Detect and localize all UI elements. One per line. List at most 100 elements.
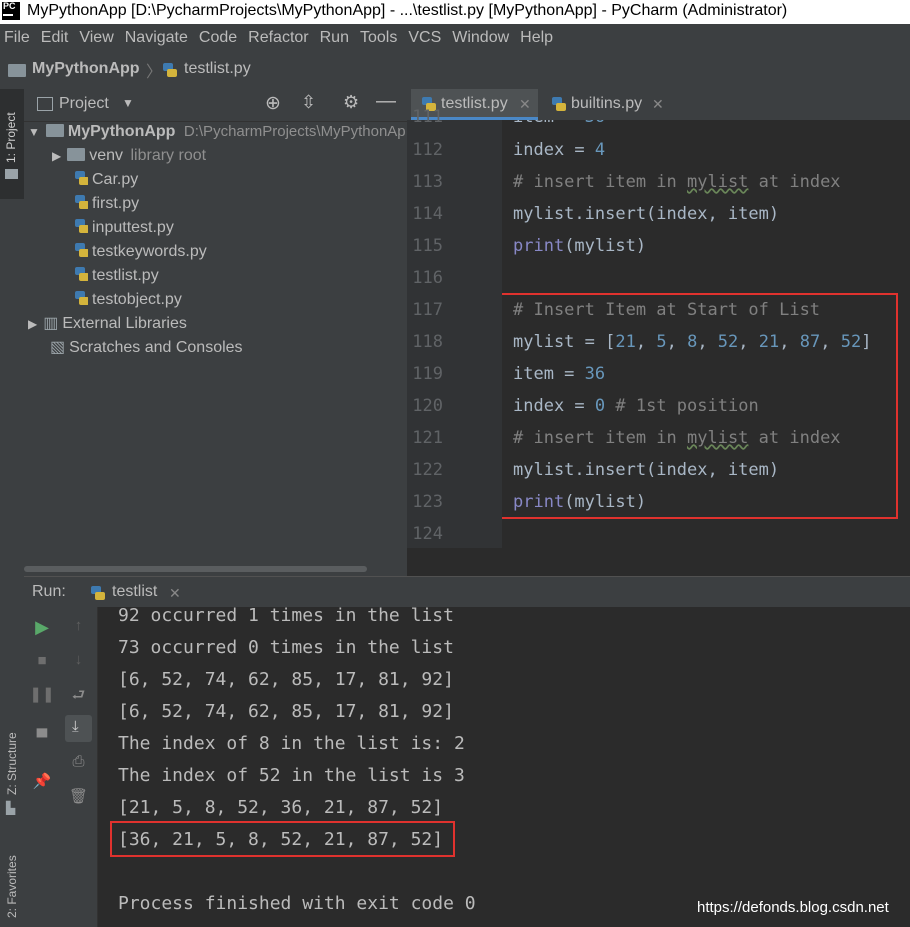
- folder-icon: [45, 124, 64, 137]
- stop-icon[interactable]: ■: [24, 652, 60, 669]
- tree-file-row[interactable]: testobject.py: [74, 289, 182, 313]
- arrow-up-icon[interactable]: ↑: [60, 617, 97, 634]
- minimize-icon[interactable]: —: [376, 90, 396, 113]
- layout-icon[interactable]: ▀: [24, 729, 60, 746]
- line-number: 117: [412, 300, 443, 320]
- pause-icon[interactable]: ❚❚: [24, 685, 60, 703]
- arrow-down-icon[interactable]: ↓: [60, 651, 97, 668]
- menu-help[interactable]: Help: [517, 24, 556, 51]
- python-file-icon: [75, 219, 88, 233]
- menu-bar: File Edit View Navigate Code Refactor Run Tools…: [0, 24, 910, 52]
- structure-tool-tab[interactable]: Z: Structure: [5, 732, 19, 795]
- code-line: index = 4: [513, 140, 606, 160]
- line-number: 112: [412, 140, 443, 160]
- breadcrumb-project[interactable]: MyPythonApp: [32, 60, 140, 78]
- file-name: first.py: [92, 195, 140, 212]
- menu-window[interactable]: Window: [449, 24, 512, 51]
- gear-icon[interactable]: ⚙: [343, 92, 359, 113]
- scroll-to-end-icon: ⤓: [72, 718, 79, 735]
- file-name: testkeywords.py: [92, 243, 207, 260]
- trash-icon[interactable]: 🗑: [60, 787, 97, 805]
- tree-file-row[interactable]: Car.py: [74, 169, 138, 193]
- project-view-icon: [37, 97, 53, 111]
- file-name: testlist.py: [92, 267, 159, 284]
- scratches-label: Scratches and Consoles: [69, 339, 243, 356]
- menu-code[interactable]: Code: [196, 24, 240, 51]
- run-panel-label: Run:: [32, 583, 66, 600]
- project-panel-title[interactable]: Project: [59, 95, 109, 113]
- console-line: [21, 5, 8, 52, 36, 21, 87, 52]: [118, 797, 444, 818]
- locate-target-icon[interactable]: ⊕: [265, 92, 281, 115]
- run-panel-header: Run: testlist ✕: [24, 576, 910, 607]
- pycharm-logo-icon: PC: [2, 2, 20, 20]
- code-line: print(mylist): [513, 236, 647, 256]
- tree-file-row[interactable]: testkeywords.py: [74, 241, 207, 265]
- line-number: 116: [412, 268, 443, 288]
- tree-file-row[interactable]: first.py: [74, 193, 139, 217]
- menu-refactor[interactable]: Refactor: [245, 24, 311, 51]
- scroll-to-end-button[interactable]: ⤓: [65, 715, 92, 742]
- python-file-icon: [75, 171, 88, 185]
- horizontal-scrollbar[interactable]: [24, 566, 367, 572]
- favorites-tool-tab[interactable]: 2: Favorites: [5, 855, 19, 918]
- line-number: 118: [412, 332, 443, 352]
- python-file-icon: [75, 291, 88, 305]
- console-line: [6, 52, 74, 62, 85, 17, 81, 92]: [118, 701, 454, 722]
- menu-tools[interactable]: Tools: [357, 24, 400, 51]
- line-number: 122: [412, 460, 443, 480]
- line-number: 115: [412, 236, 443, 256]
- tree-venv-row[interactable]: ▶ venv library root: [52, 145, 206, 169]
- tree-root-row[interactable]: ▼ MyPythonApp D:\PycharmProjects\MyPython…: [28, 121, 406, 145]
- print-icon[interactable]: ⎙: [60, 753, 97, 770]
- tree-scratches-row[interactable]: ▧ Scratches and Consoles: [50, 337, 243, 361]
- venv-label: venv: [89, 147, 124, 164]
- python-file-icon: [75, 243, 88, 257]
- chevron-down-icon[interactable]: ▼: [122, 96, 134, 110]
- python-file-icon: [75, 267, 88, 281]
- library-icon: ▥: [43, 315, 59, 332]
- python-file-icon: [75, 195, 88, 209]
- tab-builtins[interactable]: builtins.py ✕: [547, 89, 680, 120]
- close-icon[interactable]: ✕: [169, 585, 181, 602]
- soft-wrap-icon[interactable]: ⮐: [60, 685, 97, 710]
- structure-icon: ▙: [6, 801, 16, 815]
- python-file-icon: [552, 97, 566, 111]
- menu-edit[interactable]: Edit: [38, 24, 72, 51]
- pin-icon[interactable]: 📌: [24, 772, 60, 790]
- breadcrumb-file[interactable]: testlist.py: [184, 60, 251, 78]
- menu-file[interactable]: File: [1, 24, 33, 51]
- line-number-gutter: 111 112 113 114 115 116 117 118 119 120 …: [407, 107, 502, 548]
- console-output[interactable]: 92 occurred 1 times in the list 73 occur…: [98, 605, 910, 927]
- project-tool-tab[interactable]: 1: Project: [0, 89, 24, 199]
- run-tab-label[interactable]: testlist: [112, 583, 157, 601]
- run-toolbar-primary: ▶ ■ ❚❚ ▀ 📌: [24, 607, 60, 927]
- folder-icon: [8, 64, 26, 77]
- code-line: # insert item in mylist at index: [513, 172, 841, 192]
- collapse-all-icon[interactable]: ⇳: [301, 92, 316, 113]
- run-icon[interactable]: ▶: [24, 617, 60, 638]
- code-line: mylist.insert(index, item): [513, 204, 780, 224]
- line-number: 123: [412, 492, 443, 512]
- menu-view[interactable]: View: [76, 24, 116, 51]
- line-number: 121: [412, 428, 443, 448]
- close-icon[interactable]: ✕: [652, 89, 664, 119]
- console-highlight-box: [110, 821, 455, 857]
- menu-vcs[interactable]: VCS: [405, 24, 444, 51]
- project-panel-header: Project ▼ ⊕ ⇳ ⚙ —: [24, 89, 407, 122]
- menu-navigate[interactable]: Navigate: [122, 24, 191, 51]
- console-line: [6, 52, 74, 62, 85, 17, 81, 92]: [118, 669, 454, 690]
- line-number: 111: [412, 107, 443, 127]
- line-number: 120: [412, 396, 443, 416]
- chevron-right-icon: 〉: [146, 64, 163, 81]
- tree-external-libraries-row[interactable]: ▶ ▥ External Libraries: [28, 313, 187, 337]
- console-line: 73 occurred 0 times in the list: [118, 637, 454, 658]
- title-bar: PC MyPythonApp [D:\PycharmProjects\MyPyt…: [0, 0, 910, 24]
- console-line: The index of 52 in the list is 3: [118, 765, 465, 786]
- code-editor[interactable]: item = 36 index = 4 # insert item in myl…: [502, 120, 910, 548]
- menu-run[interactable]: Run: [317, 24, 352, 51]
- close-icon[interactable]: ✕: [519, 89, 531, 119]
- editor-tabs: testlist.py ✕ builtins.py ✕: [407, 89, 910, 120]
- python-file-icon: [162, 62, 178, 84]
- tree-file-row[interactable]: inputtest.py: [74, 217, 174, 241]
- tree-file-row[interactable]: testlist.py: [74, 265, 159, 289]
